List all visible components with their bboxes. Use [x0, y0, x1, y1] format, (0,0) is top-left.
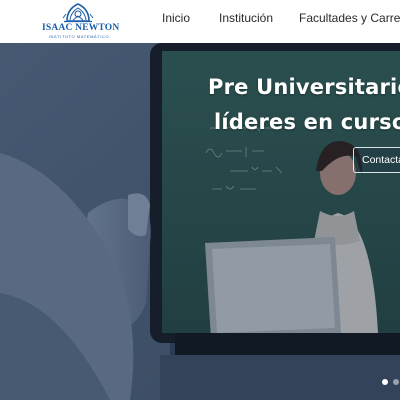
carousel-dot-1[interactable]	[382, 379, 388, 385]
carousel-dot-2[interactable]	[393, 379, 399, 385]
hero-heading-line2: líderes en cursos	[214, 110, 400, 134]
nav-item-facultades[interactable]: Facultades y Carreras	[299, 11, 400, 25]
contact-button[interactable]: Contacta	[353, 147, 400, 173]
nav-item-inicio[interactable]: Inicio	[162, 11, 190, 25]
hero-heading-line1: Pre Universitarios	[208, 75, 400, 99]
carousel-indicators	[382, 379, 400, 387]
brand-subtitle: INSTITUTO MATEMÁTICO	[48, 34, 110, 39]
site-header: ISAAC NEWTON INSTITUTO MATEMÁTICO Inicio…	[0, 0, 400, 43]
hero-banner: Pre Universitarios líderes en cursos Con…	[0, 43, 400, 400]
nav-item-institucion[interactable]: Institución	[219, 11, 273, 25]
main-nav: Inicio Institución Facultades y Carreras	[0, 11, 400, 25]
